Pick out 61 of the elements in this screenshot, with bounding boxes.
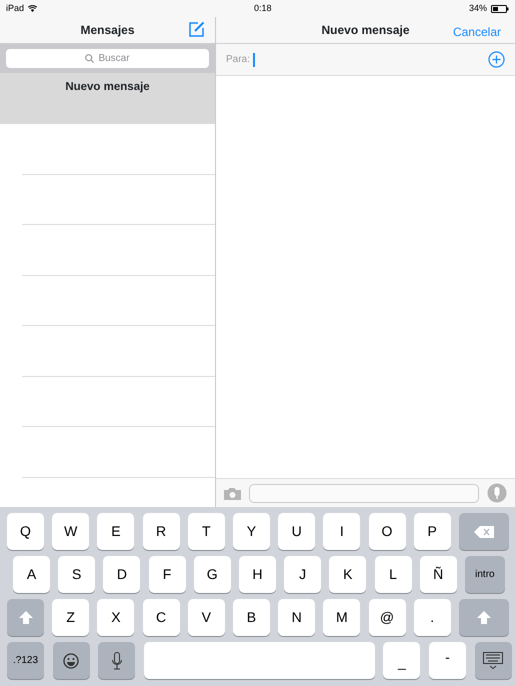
key[interactable]: G [194, 556, 231, 593]
key[interactable]: intro [464, 556, 505, 593]
key[interactable]: N [278, 599, 316, 636]
add-contact-icon[interactable] [488, 51, 505, 68]
key[interactable]: F [148, 556, 186, 593]
key[interactable]: L [374, 556, 412, 593]
key[interactable]: E [97, 513, 134, 550]
key[interactable]: J [284, 556, 322, 593]
battery-icon [491, 4, 509, 12]
key[interactable]: B [232, 599, 270, 636]
key[interactable]: C [142, 599, 180, 636]
key[interactable]: V [188, 599, 225, 636]
key[interactable]: Z [52, 599, 90, 636]
backspace-icon [474, 526, 494, 538]
shift-key[interactable] [458, 599, 509, 636]
backspace-key[interactable] [458, 513, 509, 550]
key[interactable]: Y [232, 513, 270, 550]
key[interactable]: I [323, 513, 360, 550]
sidebar-title: Mensajes [80, 22, 135, 39]
wifi-icon [28, 5, 38, 12]
microphone-icon[interactable] [487, 483, 507, 503]
key[interactable]: U [278, 513, 316, 550]
compose-title: Nuevo mensaje [321, 22, 410, 39]
status-time: 0:18 [254, 2, 272, 15]
carrier-name: iPad [6, 2, 24, 15]
key[interactable]: H [238, 556, 276, 593]
camera-icon[interactable] [224, 486, 241, 500]
key[interactable]: .?123 [7, 642, 44, 679]
hide-keyboard-icon [483, 652, 504, 670]
to-label: Para: [226, 53, 250, 67]
conversation-item[interactable]: Nuevo mensaje [0, 73, 215, 124]
key[interactable]: - [428, 642, 466, 679]
key[interactable]: R [142, 513, 180, 550]
shift-icon [18, 611, 32, 624]
key[interactable]: _ [383, 642, 420, 679]
key[interactable]: X [97, 599, 134, 636]
shift-key[interactable] [7, 599, 44, 636]
key[interactable]: Q [7, 513, 44, 550]
shift-icon [476, 611, 491, 624]
search-icon [85, 54, 94, 63]
key[interactable]: S [58, 556, 96, 593]
compose-icon[interactable] [189, 21, 205, 37]
key[interactable]: O [368, 513, 406, 550]
key[interactable]: D [103, 556, 140, 593]
key[interactable]: K [329, 556, 366, 593]
key[interactable]: @ [368, 599, 406, 636]
emoji-key[interactable] [52, 642, 90, 679]
microphone-key[interactable] [98, 642, 136, 679]
key[interactable]: Ñ [420, 556, 457, 593]
battery-percent: 34% [468, 2, 487, 15]
key[interactable]: M [323, 599, 360, 636]
key[interactable]: T [188, 513, 225, 550]
microphone-icon [112, 652, 122, 670]
key[interactable]: A [13, 556, 50, 593]
message-field[interactable] [249, 484, 479, 502]
key[interactable]: . [414, 599, 451, 636]
text-cursor [252, 52, 255, 66]
key[interactable]: W [52, 513, 90, 550]
hide-keyboard-key[interactable] [474, 642, 512, 679]
key[interactable]: P [414, 513, 451, 550]
emoji-icon [63, 652, 80, 668]
